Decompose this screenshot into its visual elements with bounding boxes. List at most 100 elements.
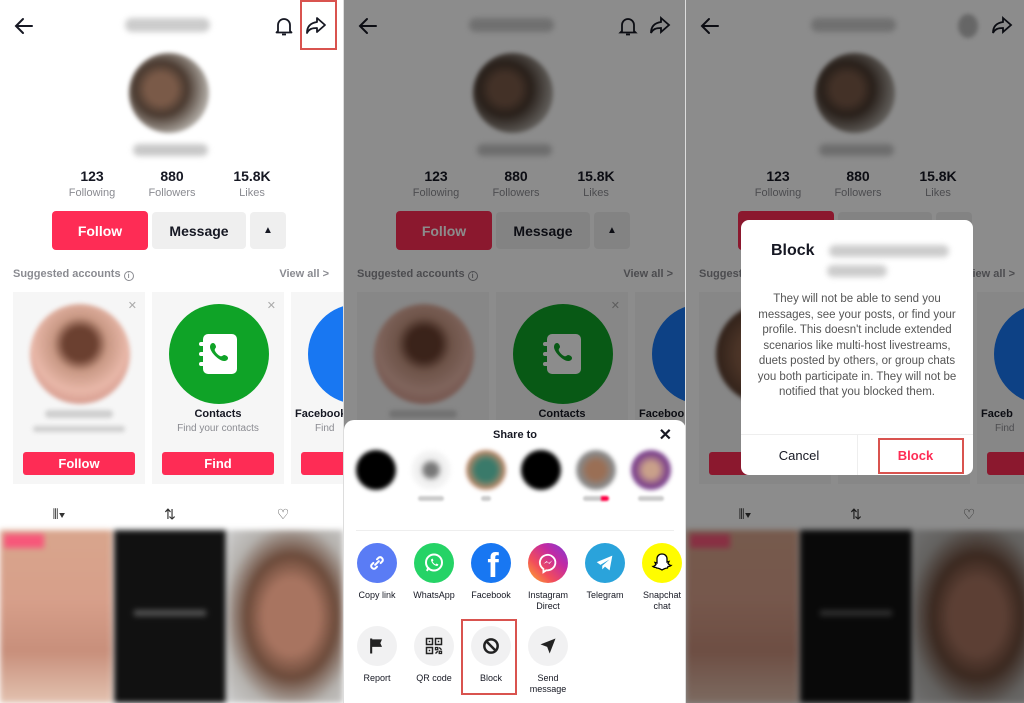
contact-item[interactable] <box>411 450 451 501</box>
share-whatsapp[interactable]: WhatsApp <box>413 543 455 612</box>
profile-stats: 123 Following 880 Followers 15.8K Likes <box>52 168 292 199</box>
contact-avatar <box>356 450 396 490</box>
share-snapchat[interactable]: Snapchat chat <box>641 543 683 612</box>
profile-avatar <box>129 53 209 133</box>
stat-followers[interactable]: 880 Followers <box>132 168 212 199</box>
share-telegram[interactable]: Telegram <box>584 543 626 612</box>
contact-item[interactable] <box>466 450 506 501</box>
app-label: Copy link <box>358 590 396 600</box>
contact-item[interactable] <box>521 450 561 501</box>
whatsapp-icon <box>414 543 454 583</box>
card-name: Facebook <box>295 408 343 420</box>
video-thumbnail[interactable] <box>0 530 112 703</box>
content-tabs: ⦀▾ ⇅ ♡ <box>0 502 343 526</box>
action-report[interactable]: Report <box>356 626 398 695</box>
card-follow-button[interactable]: Follow <box>23 452 135 475</box>
caret-up-icon: ▲ <box>263 225 273 236</box>
flag-icon <box>357 626 397 666</box>
contact-name-blurred <box>363 496 389 501</box>
action-send-message[interactable]: Send message <box>527 626 569 695</box>
contact-item[interactable] <box>631 450 671 501</box>
recent-contacts <box>356 450 671 501</box>
block-button-highlight <box>878 438 964 474</box>
block-dialog: Block They will not be able to send you … <box>741 220 973 475</box>
app-label: Send message <box>529 673 567 694</box>
app-label: Snapchat chat <box>642 590 682 611</box>
contact-avatar <box>466 450 506 490</box>
suggested-cards: ✕ Follow ✕ Contacts Find your contacts F… <box>13 292 343 484</box>
share-instagram-direct[interactable]: Instagram Direct <box>527 543 569 612</box>
contact-name-blurred <box>638 496 664 501</box>
top-bar <box>0 8 343 44</box>
suggested-card-user[interactable]: ✕ Follow <box>13 292 145 484</box>
cancel-button[interactable]: Cancel <box>741 435 857 475</box>
username-title-blurred <box>125 18 210 32</box>
follow-button[interactable]: Follow <box>52 211 148 250</box>
close-icon[interactable]: ✕ <box>659 425 672 445</box>
app-label: Report <box>363 673 391 683</box>
name-blurred <box>45 410 113 418</box>
view-all-link[interactable]: View all > <box>279 268 329 280</box>
stat-label: Likes <box>239 187 265 199</box>
card-subtitle: Find your contacts <box>177 423 259 434</box>
share-sheet-title: Share to <box>492 429 537 441</box>
share-facebook[interactable]: f Facebook <box>470 543 512 612</box>
suggested-header: Suggested accounts i View all > <box>13 268 329 284</box>
contact-avatar <box>521 450 561 490</box>
contact-name-blurred <box>418 496 444 501</box>
blocked-username-blurred <box>829 245 949 257</box>
stat-value: 123 <box>80 168 104 184</box>
contacts-avatar <box>169 304 269 404</box>
link-icon <box>357 543 397 583</box>
telegram-icon <box>585 543 625 583</box>
video-thumbnail[interactable] <box>228 530 343 703</box>
suggested-toggle-button[interactable]: ▲ <box>250 212 286 249</box>
panel-share-sheet: 123 Following 880 Followers 15.8K Likes Fol… <box>343 0 685 703</box>
block-option-highlight <box>461 619 517 695</box>
stat-label: Followers <box>148 187 196 199</box>
video-thumbnail[interactable] <box>114 530 226 703</box>
close-icon[interactable]: ✕ <box>267 299 276 312</box>
share-apps-row: Copy link WhatsApp f Facebook Instagram … <box>356 543 683 612</box>
tab-liked[interactable]: ♡ <box>268 502 298 526</box>
suggested-card-facebook[interactable]: Facebook Find <box>291 292 343 484</box>
stat-following[interactable]: 123 Following <box>52 168 132 199</box>
card-find-button[interactable]: Find <box>162 452 274 475</box>
contact-item[interactable] <box>576 450 616 501</box>
app-label: Instagram Direct <box>527 590 569 611</box>
message-button[interactable]: Message <box>152 212 246 249</box>
app-label: Facebook <box>471 590 511 600</box>
contact-item[interactable] <box>356 450 396 501</box>
panel-profile: 123 Following 880 Followers 15.8K Likes Fol… <box>0 0 343 703</box>
suggested-title-text: Suggested accounts <box>13 268 121 280</box>
stat-likes[interactable]: 15.8K Likes <box>212 168 292 199</box>
suggested-card-contacts[interactable]: ✕ Contacts Find your contacts Find <box>152 292 284 484</box>
action-qr-code[interactable]: QR code <box>413 626 455 695</box>
tutorial-stage: 123 Following 880 Followers 15.8K Likes Fol… <box>0 0 1024 703</box>
tab-videos[interactable]: ⦀▾ <box>44 502 74 526</box>
close-icon[interactable]: ✕ <box>128 299 137 312</box>
info-icon[interactable]: i <box>123 271 134 281</box>
share-sheet: Share to ✕ Copy link WhatsApp f Facebook… <box>344 420 685 703</box>
stat-value: 880 <box>160 168 184 184</box>
profile-screen: 123 Following 880 Followers 15.8K Likes Fol… <box>0 0 343 703</box>
contact-avatar <box>411 450 451 490</box>
suggested-avatar <box>30 304 130 404</box>
profile-actions: Follow Message ▲ <box>52 211 286 250</box>
suggested-title: Suggested accounts i <box>13 268 134 281</box>
back-arrow-icon[interactable] <box>12 14 36 38</box>
qr-code-icon <box>414 626 454 666</box>
share-button-highlight <box>300 0 337 50</box>
send-icon <box>528 626 568 666</box>
share-copy-link[interactable]: Copy link <box>356 543 398 612</box>
contact-name-blurred <box>528 496 554 501</box>
bell-icon[interactable] <box>272 14 296 38</box>
liked-hidden-icon: ♡ <box>276 505 290 522</box>
contact-name-blurred <box>583 496 609 501</box>
stat-value: 15.8K <box>233 168 271 184</box>
contact-name-blurred <box>481 496 491 501</box>
card-subtitle: Find <box>315 423 335 434</box>
card-find-button[interactable] <box>301 452 343 475</box>
tab-reposts[interactable]: ⇅ <box>155 502 185 526</box>
facebook-avatar <box>308 304 343 404</box>
